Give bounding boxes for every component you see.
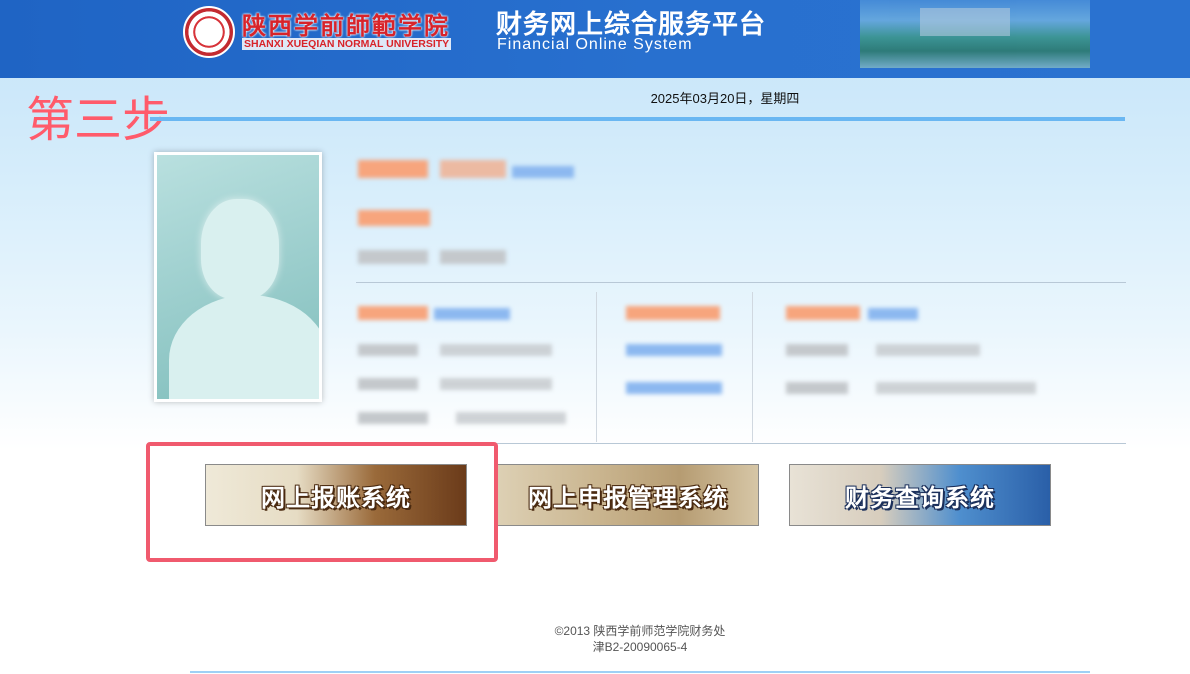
system-subtitle: Financial Online System	[497, 36, 693, 53]
redacted-field	[440, 344, 552, 356]
redacted-field	[876, 344, 980, 356]
redacted-field	[358, 344, 418, 356]
divider	[150, 117, 1125, 121]
divider	[356, 282, 1126, 283]
redacted-field	[358, 378, 418, 390]
divider	[752, 292, 753, 442]
header-banner: 陕西学前師範学院 SHANXI XUEQIAN NORMAL UNIVERSIT…	[0, 0, 1190, 78]
redacted-link	[434, 308, 510, 320]
divider	[190, 671, 1090, 673]
redacted-field	[440, 250, 506, 264]
redacted-heading	[626, 306, 720, 320]
redacted-field	[786, 344, 848, 356]
redacted-name	[358, 160, 428, 178]
redacted-link	[626, 344, 722, 356]
redacted-link	[512, 166, 574, 178]
redacted-id	[440, 160, 506, 178]
user-avatar	[154, 152, 322, 402]
university-name-cn: 陕西学前師範学院	[242, 11, 450, 40]
finance-query-button[interactable]: 财务查询系统	[789, 464, 1051, 526]
button-label: 网上申报管理系统	[528, 483, 728, 512]
redacted-field	[358, 250, 428, 264]
redacted-role	[358, 210, 430, 226]
redacted-field	[456, 412, 566, 424]
redacted-field	[876, 382, 1036, 394]
redacted-link	[626, 382, 722, 394]
button-label: 网上报账系统	[261, 483, 411, 512]
button-label: 财务查询系统	[845, 483, 995, 512]
current-date: 2025年03月20日，星期四	[650, 91, 800, 106]
redacted-link	[868, 308, 918, 320]
redacted-heading	[358, 306, 428, 320]
redacted-field	[440, 378, 552, 390]
online-declaration-button[interactable]: 网上申报管理系统	[497, 464, 759, 526]
avatar-silhouette-icon	[201, 199, 279, 299]
campus-photo	[860, 0, 1090, 68]
redacted-heading	[786, 306, 860, 320]
redacted-field	[786, 382, 848, 394]
footer-icp: 津B2-20090065-4	[592, 640, 688, 654]
university-name-en: SHANXI XUEQIAN NORMAL UNIVERSITY	[242, 38, 452, 50]
university-logo-icon	[183, 6, 235, 58]
redacted-field	[358, 412, 428, 424]
divider	[596, 292, 597, 442]
footer-copyright: ©2013 陕西学前师范学院财务处	[554, 624, 726, 638]
